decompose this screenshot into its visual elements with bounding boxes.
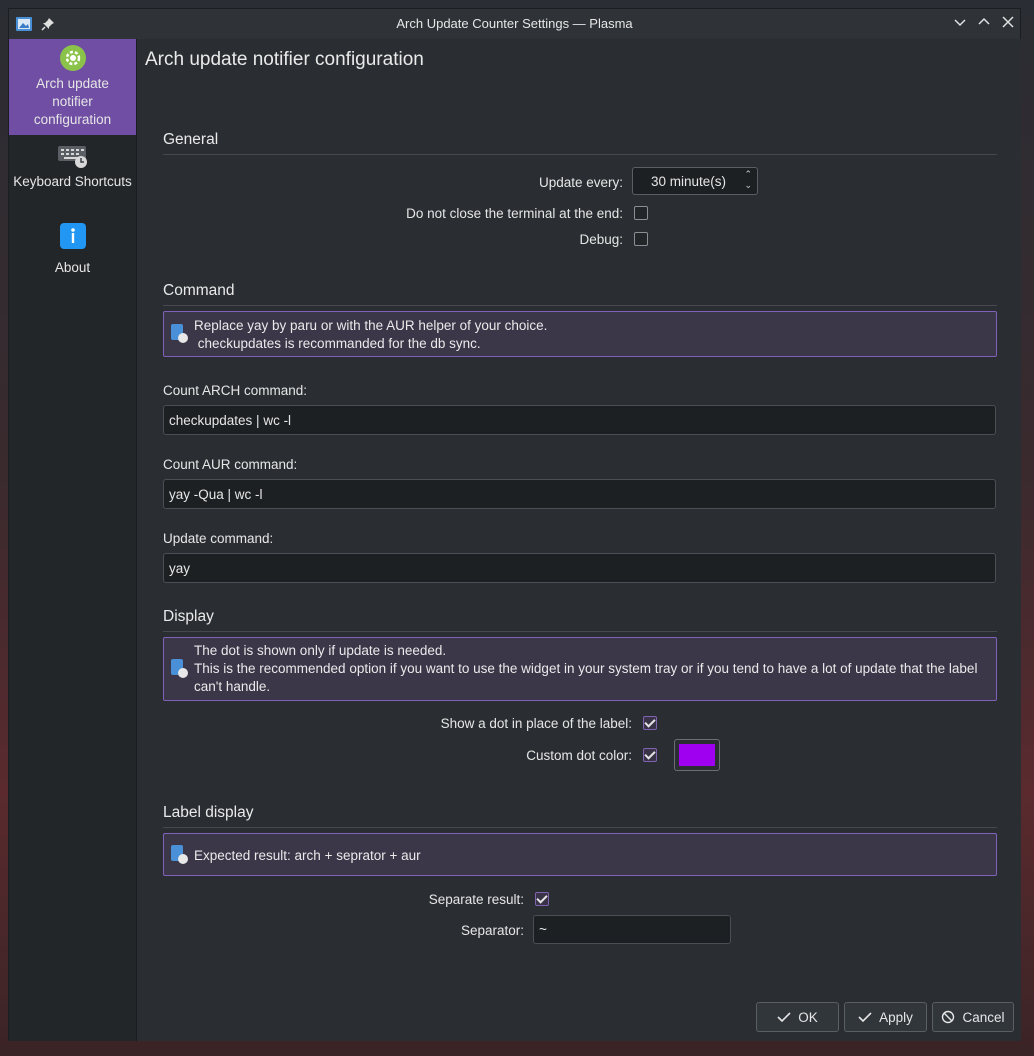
separate-result-checkbox[interactable]	[535, 892, 549, 906]
label-info-message: Expected result: arch + seprator + aur	[163, 833, 997, 876]
update-command-label: Update command:	[163, 531, 274, 546]
cancel-button[interactable]: Cancel	[932, 1002, 1014, 1032]
checkmark-icon	[858, 1012, 872, 1023]
info-text-line: Expected result: arch + seprator + aur	[194, 848, 421, 863]
info-text-line: This is the recommended option if you wa…	[194, 661, 978, 694]
window-title: Arch Update Counter Settings — Plasma	[396, 16, 633, 31]
section-heading-display: Display	[163, 608, 214, 625]
separator-label: Separator:	[460, 923, 524, 938]
spin-arrows-icon[interactable]: ⌃ ⌄	[744, 169, 752, 191]
page-title: Arch update notifier configuration	[145, 49, 424, 70]
count-aur-label: Count AUR command:	[163, 457, 298, 472]
count-arch-field[interactable]	[163, 405, 996, 435]
chevron-down-icon	[954, 19, 966, 27]
separator-input[interactable]	[534, 916, 730, 943]
close-button[interactable]	[998, 14, 1018, 34]
ok-button[interactable]: OK	[756, 1002, 839, 1032]
section-heading-label-display: Label display	[163, 804, 254, 821]
sidebar-item-keyboard-shortcuts[interactable]: Keyboard Shortcuts	[9, 143, 136, 215]
info-message-icon	[171, 845, 188, 864]
no-close-terminal-checkbox[interactable]	[634, 206, 648, 220]
custom-dot-color-checkbox[interactable]	[643, 748, 657, 762]
minimize-button[interactable]	[950, 14, 970, 34]
sidebar-item-configuration[interactable]: Arch update notifier configuration	[9, 39, 136, 135]
info-text-line: checkupdates is recommanded for the db s…	[194, 336, 481, 351]
section-heading-general: General	[163, 131, 219, 148]
count-arch-input[interactable]	[164, 406, 995, 434]
chevron-up-icon	[978, 17, 990, 25]
divider	[163, 154, 997, 155]
info-message-icon	[171, 324, 188, 343]
sidebar-item-label: Arch update notifier configuration	[33, 76, 112, 127]
checkmark-icon	[777, 1012, 791, 1023]
ok-button-label: OK	[798, 1009, 818, 1025]
sidebar-item-label: Keyboard Shortcuts	[13, 174, 132, 189]
gear-icon	[59, 45, 86, 71]
update-interval-value: 30 minute(s)	[651, 174, 727, 189]
apply-button[interactable]: Apply	[844, 1002, 927, 1032]
maximize-button[interactable]	[974, 14, 994, 34]
debug-label: Debug:	[579, 232, 623, 247]
info-text-line: Replace yay by paru or with the AUR help…	[194, 318, 548, 333]
command-info-message: Replace yay by paru or with the AUR help…	[163, 311, 997, 357]
count-aur-input[interactable]	[164, 480, 995, 508]
count-aur-field[interactable]	[163, 479, 996, 509]
dot-color-button[interactable]	[674, 739, 720, 771]
close-icon	[1002, 16, 1014, 28]
no-close-terminal-label: Do not close the terminal at the end:	[406, 206, 623, 221]
update-command-field[interactable]	[163, 553, 996, 583]
sidebar: Arch update notifier configuration Keybo…	[9, 39, 137, 1041]
info-message-icon	[171, 659, 188, 678]
main-content: Arch update notifier configuration Gener…	[137, 39, 1021, 1041]
show-dot-checkbox[interactable]	[643, 716, 657, 730]
apply-button-label: Apply	[879, 1009, 913, 1025]
custom-dot-color-label: Custom dot color:	[526, 748, 632, 763]
divider	[163, 305, 997, 306]
info-text-line: The dot is shown only if update is neede…	[194, 643, 447, 658]
sidebar-item-label: About	[54, 260, 91, 275]
show-dot-label: Show a dot in place of the label:	[440, 716, 632, 731]
info-icon	[59, 223, 86, 249]
display-info-message: The dot is shown only if update is neede…	[163, 637, 997, 701]
update-every-label: Update every:	[538, 175, 623, 190]
keyboard-icon	[57, 146, 87, 168]
dot-color-swatch	[679, 744, 715, 766]
cancel-icon	[942, 1010, 955, 1024]
sidebar-item-about[interactable]: About	[9, 223, 136, 277]
divider	[163, 827, 997, 828]
settings-window: Arch Update Counter Settings — Plasma Ar…	[8, 8, 1021, 1041]
separator-field[interactable]	[533, 915, 731, 944]
count-arch-label: Count ARCH command:	[163, 383, 308, 398]
debug-checkbox[interactable]	[634, 232, 648, 246]
separate-result-label: Separate result:	[428, 892, 524, 907]
cancel-button-label: Cancel	[962, 1009, 1005, 1025]
update-command-input[interactable]	[164, 554, 995, 582]
section-heading-command: Command	[163, 282, 235, 299]
title-bar: Arch Update Counter Settings — Plasma	[9, 9, 1020, 40]
divider	[163, 631, 997, 632]
update-interval-spinbox[interactable]: 30 minute(s) ⌃ ⌄	[632, 167, 758, 195]
